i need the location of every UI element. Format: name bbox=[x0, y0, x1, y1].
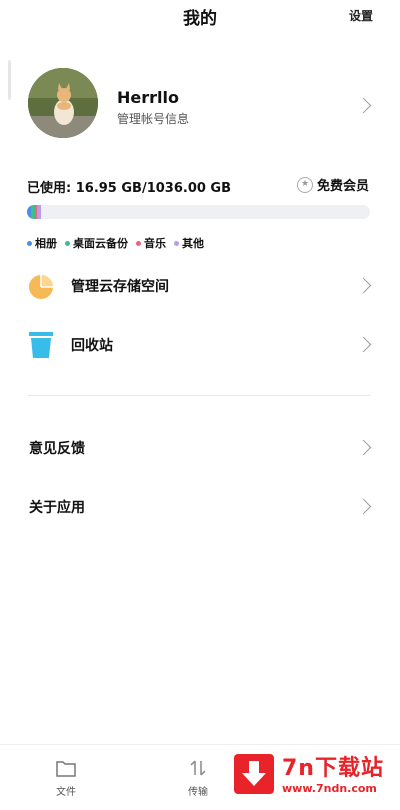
chevron-right-icon bbox=[355, 97, 372, 114]
chevron-right-icon bbox=[355, 498, 372, 515]
transfer-icon bbox=[190, 760, 206, 776]
folder-icon bbox=[56, 761, 76, 777]
profile-row[interactable]: Herrllo 管理帐号信息 bbox=[0, 68, 400, 140]
legend-label: 其他 bbox=[182, 237, 204, 250]
pie-chart-icon bbox=[29, 275, 53, 299]
legend-dot-icon bbox=[136, 240, 141, 246]
legend-dot-icon bbox=[65, 240, 70, 246]
legend-dot-icon bbox=[174, 240, 179, 246]
storage-legend: 相册 桌面云备份 音乐 其他 bbox=[27, 235, 204, 251]
recycle-bin-label: 回收站 bbox=[71, 338, 113, 354]
username: Herrllo bbox=[117, 88, 179, 107]
page-title: 我的 bbox=[183, 9, 217, 29]
legend-item: 音乐 bbox=[136, 235, 166, 251]
chevron-right-icon bbox=[355, 439, 372, 456]
settings-button[interactable]: 设置 bbox=[349, 7, 373, 24]
legend-label: 音乐 bbox=[144, 237, 166, 250]
watermark-title: 7n下载站 bbox=[282, 756, 384, 781]
manage-storage-label: 管理云存储空间 bbox=[71, 279, 169, 295]
trash-icon bbox=[29, 332, 53, 358]
chevron-right-icon bbox=[355, 336, 372, 353]
legend-item: 桌面云备份 bbox=[65, 235, 128, 251]
divider bbox=[28, 395, 370, 396]
tab-transfer-label: 传输 bbox=[188, 787, 208, 798]
tab-files[interactable]: 文件 bbox=[36, 759, 96, 798]
legend-dot-icon bbox=[27, 240, 32, 246]
legend-label: 桌面云备份 bbox=[73, 237, 128, 250]
download-arrow-icon bbox=[234, 754, 274, 794]
tab-files-label: 文件 bbox=[56, 787, 76, 798]
header: 我的 设置 bbox=[0, 0, 400, 40]
recycle-bin-item[interactable]: 回收站 bbox=[0, 325, 400, 365]
about-app-label: 关于应用 bbox=[29, 500, 85, 516]
manage-account-link: 管理帐号信息 bbox=[117, 112, 190, 126]
legend-item: 其他 bbox=[174, 235, 204, 251]
storage-progress-bar bbox=[27, 205, 370, 219]
star-icon: ★ bbox=[296, 176, 313, 193]
legend-label: 相册 bbox=[35, 237, 57, 250]
legend-item: 相册 bbox=[27, 235, 57, 251]
free-member-button[interactable]: ★ 免费会员 bbox=[296, 175, 369, 194]
tab-transfer[interactable]: 传输 bbox=[168, 759, 228, 798]
storage-used-text: 已使用: 16.95 GB/1036.00 GB bbox=[27, 181, 232, 196]
chevron-right-icon bbox=[355, 277, 372, 294]
avatar[interactable] bbox=[28, 68, 98, 138]
free-member-label: 免费会员 bbox=[316, 179, 369, 194]
watermark-url: www.7ndn.com bbox=[282, 782, 377, 795]
manage-storage-item[interactable]: 管理云存储空间 bbox=[0, 266, 400, 306]
storage-bar-segment bbox=[36, 205, 41, 219]
site-watermark: 7n下载站 www.7ndn.com bbox=[234, 750, 394, 802]
feedback-label: 意见反馈 bbox=[29, 441, 85, 457]
about-app-item[interactable]: 关于应用 bbox=[0, 487, 400, 527]
feedback-item[interactable]: 意见反馈 bbox=[0, 428, 400, 468]
